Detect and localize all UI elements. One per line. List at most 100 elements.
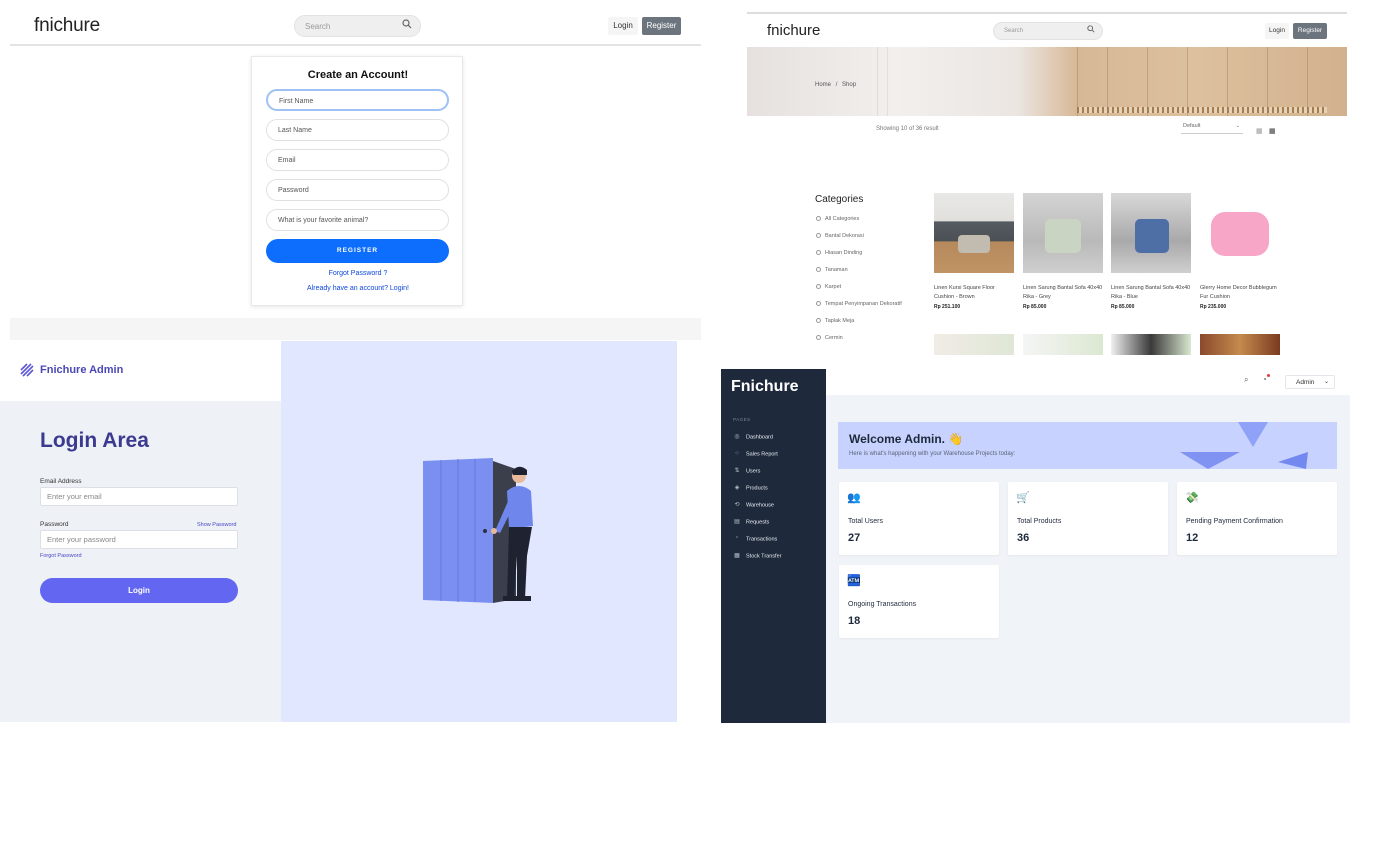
transactions-icon: ⁺ — [735, 536, 739, 542]
admin-dropdown[interactable]: Admin ⌄ — [1285, 375, 1335, 389]
grid-3-icon[interactable]: ▦ — [1269, 127, 1276, 135]
money-icon: 💸 — [1185, 492, 1199, 504]
product-name[interactable]: Linen Kursi Square Floor Cushion - Brown — [934, 284, 1014, 302]
email-input[interactable]: Enter your email — [40, 487, 238, 506]
forgot-password-link[interactable]: Forgot Password ? — [252, 270, 464, 277]
product-price: Rp 235.000 — [1200, 304, 1227, 310]
password-label: Password — [40, 521, 69, 528]
product-card[interactable]: Linen Sarung Bantal Sofa 40x40 Rika - Gr… — [1023, 193, 1103, 310]
search-icon[interactable] — [1087, 25, 1095, 35]
chart-icon: ⁘ — [734, 451, 740, 457]
first-name-placeholder: First Name — [279, 98, 314, 105]
stat-card-total-products[interactable]: 🛒 Total Products 36 — [1008, 482, 1168, 555]
top-divider — [747, 12, 1347, 14]
register-submit-button[interactable]: REGISTER — [266, 239, 449, 263]
category-item[interactable]: Karpet — [816, 284, 841, 290]
register-icon: 🏧 — [847, 575, 861, 587]
category-item[interactable]: Tempat Penyimpanan Dekoratif — [816, 301, 902, 307]
show-password-link[interactable]: Show Password — [197, 522, 236, 528]
last-name-field[interactable]: Last Name — [266, 119, 449, 141]
password-input[interactable]: Enter your password — [40, 530, 238, 549]
product-image[interactable] — [1200, 334, 1280, 355]
email-label: Email Address — [40, 478, 82, 485]
welcome-title: Welcome Admin. 👋 — [849, 432, 964, 446]
chevron-down-icon: ⌄ — [1323, 379, 1329, 385]
forgot-password-link[interactable]: Forgot Password — [40, 553, 82, 559]
sidebar-item-users[interactable]: ⇅ Users — [733, 467, 760, 475]
password-field[interactable]: Password — [266, 179, 449, 201]
security-question-field[interactable]: What is your favorite animal? — [266, 209, 449, 231]
search-placeholder: Search — [1004, 28, 1024, 34]
category-item[interactable]: Taplak Meja — [816, 318, 854, 324]
product-name[interactable]: Linen Sarung Bantal Sofa 40x40 Rika - Bl… — [1111, 284, 1191, 302]
dashboard-icon: ◎ — [734, 434, 740, 440]
login-button[interactable]: Login — [1265, 23, 1289, 39]
product-image[interactable] — [1023, 334, 1103, 355]
brand-logo[interactable]: fnichure — [34, 15, 100, 37]
product-image[interactable] — [934, 193, 1014, 273]
brand-logo[interactable]: fnichure — [767, 22, 820, 39]
category-item[interactable]: Tanaman — [816, 267, 848, 273]
search-input[interactable]: Search — [993, 22, 1103, 40]
sidebar-item-warehouse[interactable]: ⟲ Warehouse — [733, 501, 773, 509]
search-icon[interactable] — [402, 19, 412, 31]
categories-title: Categories — [815, 194, 864, 205]
breadcrumb-separator: / — [835, 82, 838, 88]
product-name[interactable]: Linen Sarung Bantal Sofa 40x40 Rika - Gr… — [1023, 284, 1103, 302]
breadcrumb-home[interactable]: Home — [815, 82, 831, 88]
stat-value: 18 — [848, 615, 861, 627]
notification-icon[interactable]: ◔ — [1262, 374, 1270, 384]
footer-strip — [10, 318, 701, 340]
product-name[interactable]: Glerry Home Decor Bubblegum Fur Cushion — [1200, 284, 1280, 302]
sidebar-item-stock-transfer[interactable]: ▦ Stock Transfer — [733, 552, 781, 560]
email-field[interactable]: Email — [266, 149, 449, 171]
first-name-field[interactable]: First Name — [266, 89, 449, 111]
sidebar: Fnichure PAGES ◎ Dashboard ⁘ Sales Report … — [721, 369, 826, 723]
last-name-placeholder: Last Name — [278, 127, 312, 134]
sidebar-item-sales-report[interactable]: ⁘ Sales Report — [733, 450, 777, 458]
illustration-panel — [281, 341, 677, 722]
stat-label: Pending Payment Confirmation — [1186, 518, 1283, 525]
breadcrumb-current: Shop — [842, 82, 857, 88]
sidebar-item-dashboard[interactable]: ◎ Dashboard — [733, 433, 773, 441]
admin-header: Fnichure Admin — [0, 341, 281, 401]
register-nav-button[interactable]: Register — [642, 17, 681, 35]
stat-value: 12 — [1186, 532, 1199, 544]
admin-login-panel: Fnichure Admin Login Area Email Address … — [0, 341, 677, 722]
product-card[interactable]: Linen Sarung Bantal Sofa 40x40 Rika - Bl… — [1111, 193, 1191, 310]
product-card[interactable]: Linen Kursi Square Floor Cushion - Brown… — [934, 193, 1014, 310]
grid-2-icon[interactable]: ▦ — [1256, 127, 1263, 135]
product-card[interactable]: Glerry Home Decor Bubblegum Fur Cushion … — [1200, 193, 1280, 310]
transfer-icon: ▦ — [734, 553, 740, 559]
dashboard-panel: Fnichure PAGES ◎ Dashboard ⁘ Sales Report … — [721, 369, 1350, 723]
product-image[interactable] — [1200, 193, 1280, 273]
password-placeholder: Enter your password — [47, 535, 116, 544]
admin-brand[interactable]: Fnichure Admin — [40, 364, 123, 376]
category-item[interactable]: Cermin — [816, 335, 843, 341]
category-item[interactable]: All Categories — [816, 216, 859, 222]
sidebar-brand[interactable]: Fnichure — [731, 378, 799, 396]
stat-card-ongoing-transactions[interactable]: 🏧 Ongoing Transactions 18 — [839, 565, 999, 638]
product-image[interactable] — [1111, 193, 1191, 273]
password-placeholder: Password — [278, 187, 309, 194]
category-item[interactable]: Hiasan Dinding — [816, 250, 862, 256]
login-button[interactable]: Login — [608, 17, 638, 35]
email-placeholder: Enter your email — [47, 492, 102, 501]
product-image[interactable] — [1111, 334, 1191, 355]
product-image[interactable] — [934, 334, 1014, 355]
sidebar-item-transactions[interactable]: ⁺ Transactions — [733, 535, 777, 543]
sidebar-item-requests[interactable]: ▤ Requests — [733, 518, 769, 526]
register-button[interactable]: Register — [1293, 23, 1327, 39]
sort-value: Default — [1183, 123, 1201, 129]
stat-card-pending-payment[interactable]: 💸 Pending Payment Confirmation 12 — [1177, 482, 1337, 555]
category-item[interactable]: Bantal Dekorasi — [816, 233, 864, 239]
search-input[interactable]: Search — [294, 15, 421, 37]
product-image[interactable] — [1023, 193, 1103, 273]
sort-select[interactable]: Default ⌄ — [1181, 122, 1243, 134]
login-button[interactable]: Login — [40, 578, 238, 603]
sidebar-item-products[interactable]: ◈ Products — [733, 484, 768, 492]
login-link[interactable]: Already have an account? Login! — [252, 285, 464, 292]
search-icon[interactable]: ⌕ — [1244, 375, 1248, 385]
result-count: Showing 10 of 36 result — [876, 126, 939, 132]
stat-card-total-users[interactable]: 👥 Total Users 27 — [839, 482, 999, 555]
